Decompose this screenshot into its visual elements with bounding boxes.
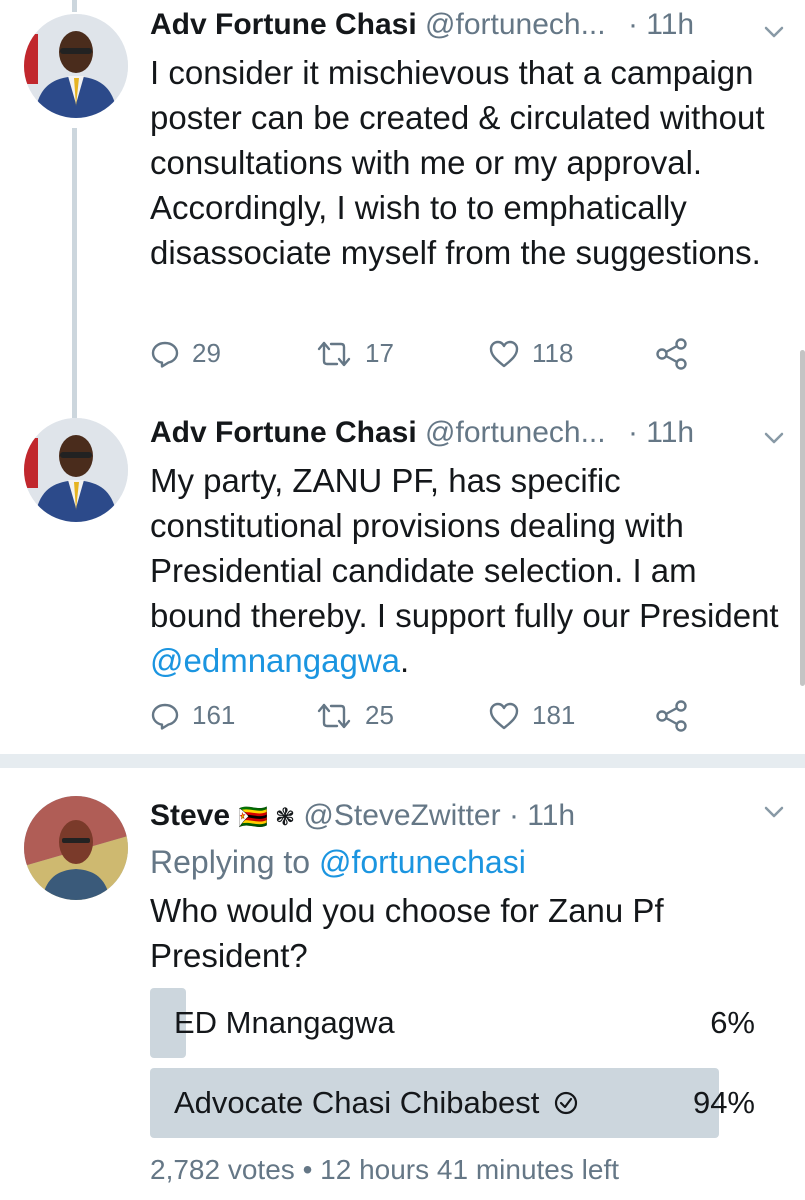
replying-to-link[interactable]: @fortunechasi xyxy=(319,844,526,880)
name-emoji: 🇿🇼 ❃ xyxy=(238,804,296,831)
poll-option-label: Advocate Chasi Chibabest xyxy=(174,1081,579,1125)
display-name[interactable]: Adv Fortune Chasi xyxy=(150,416,417,449)
retweet-button[interactable]: 17 xyxy=(315,338,394,369)
share-icon xyxy=(656,338,687,370)
reply-icon xyxy=(151,341,179,368)
avatar-image xyxy=(24,418,128,522)
reply-icon xyxy=(151,703,179,730)
tweet-text-body: My party, ZANU PF, has specific constitu… xyxy=(150,462,779,634)
retweet-count: 25 xyxy=(365,700,394,730)
retweet-icon xyxy=(317,341,351,366)
user-handle[interactable]: @fortunech... xyxy=(425,8,606,41)
poll-option: ED Mnangagwa 6% xyxy=(150,988,755,1058)
separator-dot: · xyxy=(627,8,638,41)
tweet-text: Who would you choose for Zanu Pf Preside… xyxy=(150,892,664,974)
poll-percentage: 6% xyxy=(710,1005,755,1040)
replying-to-label: Replying to xyxy=(150,844,319,880)
avatar-image xyxy=(24,796,128,900)
like-button[interactable]: 118 xyxy=(488,338,573,369)
poll-votes: 2,782 votes xyxy=(150,1154,295,1185)
tweet-text-end: . xyxy=(400,642,410,679)
reply-button[interactable]: 161 xyxy=(150,700,235,731)
chevron-down-icon[interactable] xyxy=(762,20,786,44)
thread-line-between xyxy=(72,128,77,418)
poll-option-label: ED Mnangagwa xyxy=(174,1001,395,1045)
timestamp[interactable]: 11h xyxy=(527,799,575,832)
like-count: 118 xyxy=(532,338,574,368)
section-divider xyxy=(0,754,805,768)
like-count: 181 xyxy=(532,700,576,730)
separator-dot: · xyxy=(627,416,638,449)
separator-dot: · xyxy=(508,799,519,832)
chevron-down-icon[interactable] xyxy=(762,800,786,824)
chevron-down-icon[interactable] xyxy=(762,426,786,450)
reply-count: 161 xyxy=(192,700,236,730)
user-handle[interactable]: @fortunech... xyxy=(425,416,606,449)
tweet-text: I consider it mischievous that a campaig… xyxy=(150,54,765,271)
poll-option-text: Advocate Chasi Chibabest xyxy=(174,1085,540,1120)
display-name[interactable]: Steve xyxy=(150,799,230,832)
like-icon xyxy=(489,702,519,729)
timestamp[interactable]: 11h xyxy=(646,416,694,449)
poll-meta: 2,782 votes • 12 hours 41 minutes left xyxy=(150,1154,619,1186)
timestamp[interactable]: 11h xyxy=(646,8,694,41)
retweet-icon xyxy=(317,703,351,728)
poll-option-text: ED Mnangagwa xyxy=(174,1005,395,1040)
user-handle[interactable]: @SteveZwitter xyxy=(303,799,500,832)
reply-button[interactable]: 29 xyxy=(150,338,221,369)
display-name[interactable]: Adv Fortune Chasi xyxy=(150,8,417,41)
avatar-image xyxy=(24,14,128,118)
retweet-button[interactable]: 25 xyxy=(315,700,394,731)
tweet-header: Adv Fortune Chasi @fortunech... · 11h xyxy=(150,6,694,44)
avatar[interactable] xyxy=(24,418,128,522)
replying-to: Replying to @fortunechasi xyxy=(150,843,526,881)
thread-line-top xyxy=(72,0,77,12)
avatar[interactable] xyxy=(24,796,128,900)
tweet-text: My party, ZANU PF, has specific constitu… xyxy=(150,458,780,683)
like-icon xyxy=(489,340,519,367)
scrollbar[interactable] xyxy=(800,350,805,686)
tweet-header: Steve 🇿🇼 ❃ @SteveZwitter · 11h xyxy=(150,797,575,837)
check-circle-icon xyxy=(555,1091,578,1115)
poll-percentage: 94% xyxy=(692,1085,755,1120)
share-button[interactable] xyxy=(655,700,701,732)
retweet-count: 17 xyxy=(365,338,394,368)
like-button[interactable]: 181 xyxy=(488,700,575,731)
share-button[interactable] xyxy=(655,338,701,370)
avatar[interactable] xyxy=(24,14,128,118)
tweet-header: Adv Fortune Chasi @fortunech... · 11h xyxy=(150,414,694,452)
poll-separator: • xyxy=(302,1154,313,1185)
share-icon xyxy=(656,700,687,732)
reply-count: 29 xyxy=(192,338,221,368)
poll-option: Advocate Chasi Chibabest 94% xyxy=(150,1068,755,1138)
mention-link[interactable]: @edmnangagwa xyxy=(150,642,400,679)
poll-time-left: 12 hours 41 minutes left xyxy=(320,1154,619,1185)
